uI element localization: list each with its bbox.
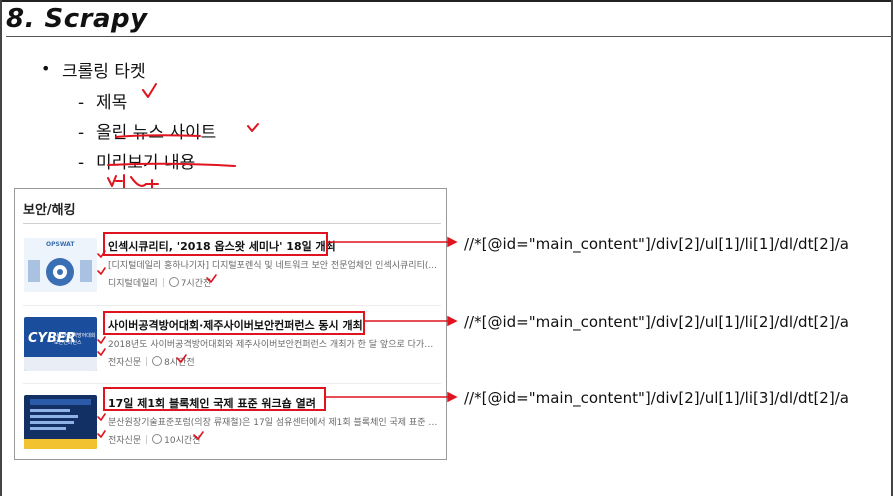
xpath-1: //*[@id="main_content"]/div[2]/ul[1]/li[…: [464, 235, 849, 253]
check-mark: [97, 267, 106, 275]
check-mark: [206, 274, 217, 283]
xpath-3: //*[@id="main_content"]/div[2]/ul[1]/li[…: [464, 389, 849, 407]
check-mark: [97, 430, 106, 438]
check-mark: [193, 431, 204, 440]
xpath-2: //*[@id="main_content"]/div[2]/ul[1]/li[…: [464, 313, 849, 331]
check-mark: [97, 413, 106, 421]
check-mark: [97, 250, 106, 258]
check-mark: [176, 354, 187, 363]
check-mark: [97, 336, 106, 344]
check-mark: [97, 348, 106, 356]
